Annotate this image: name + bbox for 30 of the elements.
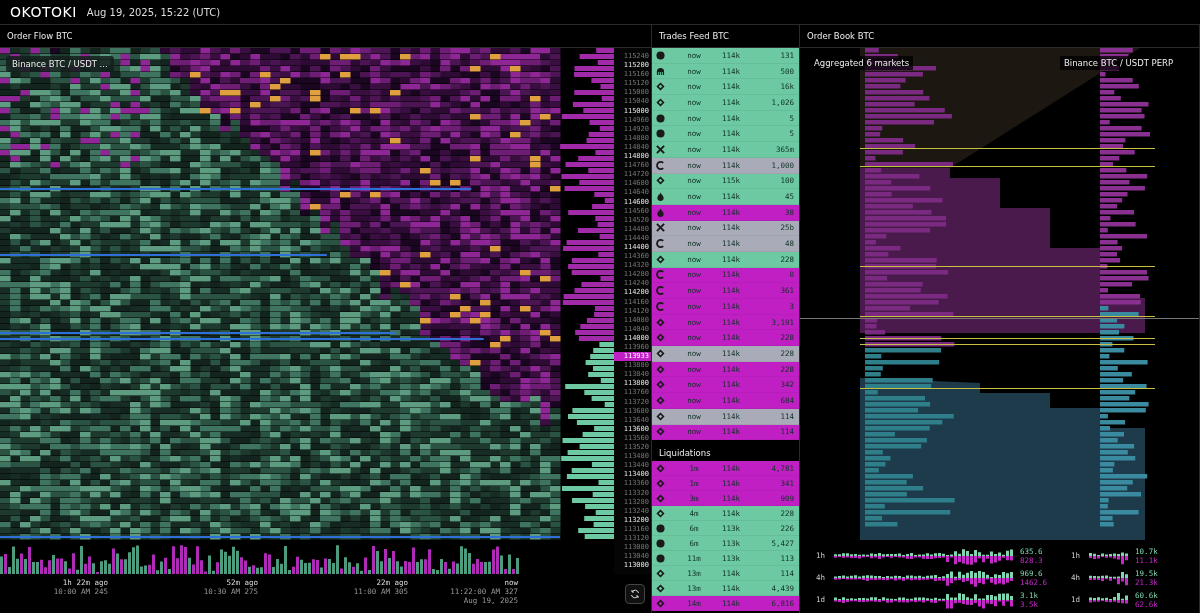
diamond-icon xyxy=(656,395,665,405)
refresh-button[interactable] xyxy=(625,584,645,604)
arch-icon xyxy=(656,66,665,76)
diamond-icon xyxy=(656,176,665,186)
market-label: Binance BTC / USDT ... xyxy=(6,56,114,72)
cross-icon xyxy=(656,144,665,154)
diamond-icon xyxy=(656,478,665,488)
diamond-icon xyxy=(656,598,665,608)
coin-icon xyxy=(656,50,665,60)
crescent-icon xyxy=(656,239,665,249)
diamond-icon xyxy=(656,82,665,92)
app-logo: OKOTOKI xyxy=(10,4,77,20)
crescent-icon xyxy=(656,160,665,170)
datetime: Aug 19, 2025, 15:22 (UTC) xyxy=(86,6,221,18)
refresh-icon xyxy=(630,589,640,599)
diamond-icon xyxy=(656,463,665,473)
diamond-icon xyxy=(656,317,665,327)
diamond-icon xyxy=(656,427,665,437)
diamond-icon xyxy=(656,568,665,578)
diamond-icon xyxy=(656,333,665,343)
diamond-icon xyxy=(656,97,665,107)
diamond-icon xyxy=(656,348,665,358)
diamond-icon xyxy=(656,411,665,421)
diamond-icon xyxy=(656,493,665,503)
diamond-icon xyxy=(656,380,665,390)
cross-icon xyxy=(656,223,665,233)
diamond-icon xyxy=(656,254,665,264)
diamond-icon xyxy=(656,508,665,518)
diamond-icon xyxy=(656,364,665,374)
diamond-icon xyxy=(656,583,665,593)
